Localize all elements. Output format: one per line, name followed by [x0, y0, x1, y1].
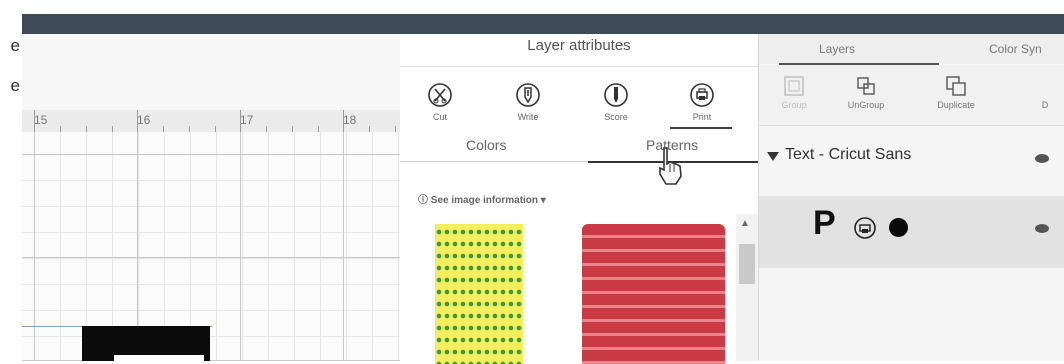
pen-icon: [515, 82, 541, 108]
strip-text-2: e: [10, 76, 20, 95]
caret-down-icon[interactable]: [767, 152, 779, 161]
eye-icon[interactable]: [1035, 154, 1049, 163]
write-label: Write: [517, 112, 539, 122]
layers-tabs: Layers Color Syn: [759, 34, 1064, 64]
see-image-information-link[interactable]: ⓘ See image information ▾: [418, 191, 546, 206]
cut-label: Cut: [432, 112, 447, 122]
duplicate-button[interactable]: Duplicate: [925, 75, 987, 110]
top-bar: [22, 14, 1064, 34]
group-label: Group: [781, 100, 807, 110]
score-label: Score: [604, 112, 628, 122]
image-info-label: See image information: [430, 195, 539, 206]
layer-group-row[interactable]: Text - Cricut Sans: [759, 142, 1064, 176]
strip-text-1: e: [10, 36, 20, 55]
scroll-thumb[interactable]: [739, 244, 755, 284]
chevron-down-icon: ▾: [538, 195, 546, 206]
score-icon: [603, 82, 629, 108]
hand-cursor-icon: [654, 144, 688, 188]
ruler: 15 16 17 18: [22, 110, 400, 133]
layer-attributes-panel: Layer attributes Cut Write Score Print C…: [400, 34, 758, 364]
group-label-text: Text - Cricut Sans: [785, 146, 912, 163]
delete-button[interactable]: D: [1025, 75, 1064, 110]
cut-button[interactable]: Cut: [410, 82, 470, 122]
delete-label: D: [1041, 100, 1049, 110]
tab-colors[interactable]: Colors: [466, 137, 506, 153]
pattern-swatch-red-stripes[interactable]: [582, 224, 725, 364]
layers-toolbar: Group UnGroup Duplicate D: [759, 65, 1064, 126]
print-button[interactable]: Print: [672, 82, 732, 122]
attribute-tabs: Colors Patterns: [400, 131, 758, 162]
tab-layers[interactable]: Layers: [819, 42, 855, 56]
design-canvas[interactable]: 15 16 17 18: [22, 34, 400, 361]
ungroup-label: UnGroup: [847, 100, 885, 110]
group-button[interactable]: Group: [763, 75, 825, 110]
left-page-strip: e e: [0, 0, 22, 361]
patterns-scrollbar[interactable]: ▲: [736, 214, 758, 361]
group-icon: [783, 75, 805, 97]
ruler-label-17: 17: [240, 113, 254, 127]
delete-icon: [1034, 75, 1056, 97]
scroll-up-arrow-icon[interactable]: ▲: [740, 218, 750, 229]
info-icon: ⓘ: [418, 195, 431, 206]
printer-icon: [689, 82, 715, 108]
tab-color-sync[interactable]: Color Syn: [989, 42, 1042, 56]
duplicate-label: Duplicate: [937, 100, 975, 110]
ruler-label-15: 15: [34, 113, 48, 127]
printer-icon: [853, 216, 877, 240]
layers-panel: Layers Color Syn Group UnGroup Duplicate…: [758, 34, 1064, 361]
ruler-label-16: 16: [137, 113, 151, 127]
scissors-icon: [427, 82, 453, 108]
layer-row[interactable]: P: [759, 196, 1064, 268]
layer-color-swatch[interactable]: [889, 218, 908, 237]
layer-eye-icon[interactable]: [1035, 224, 1049, 233]
ruler-label-18: 18: [343, 113, 357, 127]
pattern-swatch-yellow-dots[interactable]: [435, 224, 523, 364]
layer-thumbnail: P: [813, 204, 836, 242]
ungroup-button[interactable]: UnGroup: [835, 75, 897, 110]
score-button[interactable]: Score: [586, 82, 646, 122]
canvas-shape-cutout: [114, 355, 204, 361]
write-button[interactable]: Write: [498, 82, 558, 122]
print-selected-indicator: [670, 127, 732, 129]
divider: [400, 66, 758, 67]
ungroup-icon: [855, 75, 877, 97]
panel-title: Layer attributes: [527, 37, 631, 54]
print-label: Print: [692, 112, 712, 122]
duplicate-icon: [945, 75, 967, 97]
